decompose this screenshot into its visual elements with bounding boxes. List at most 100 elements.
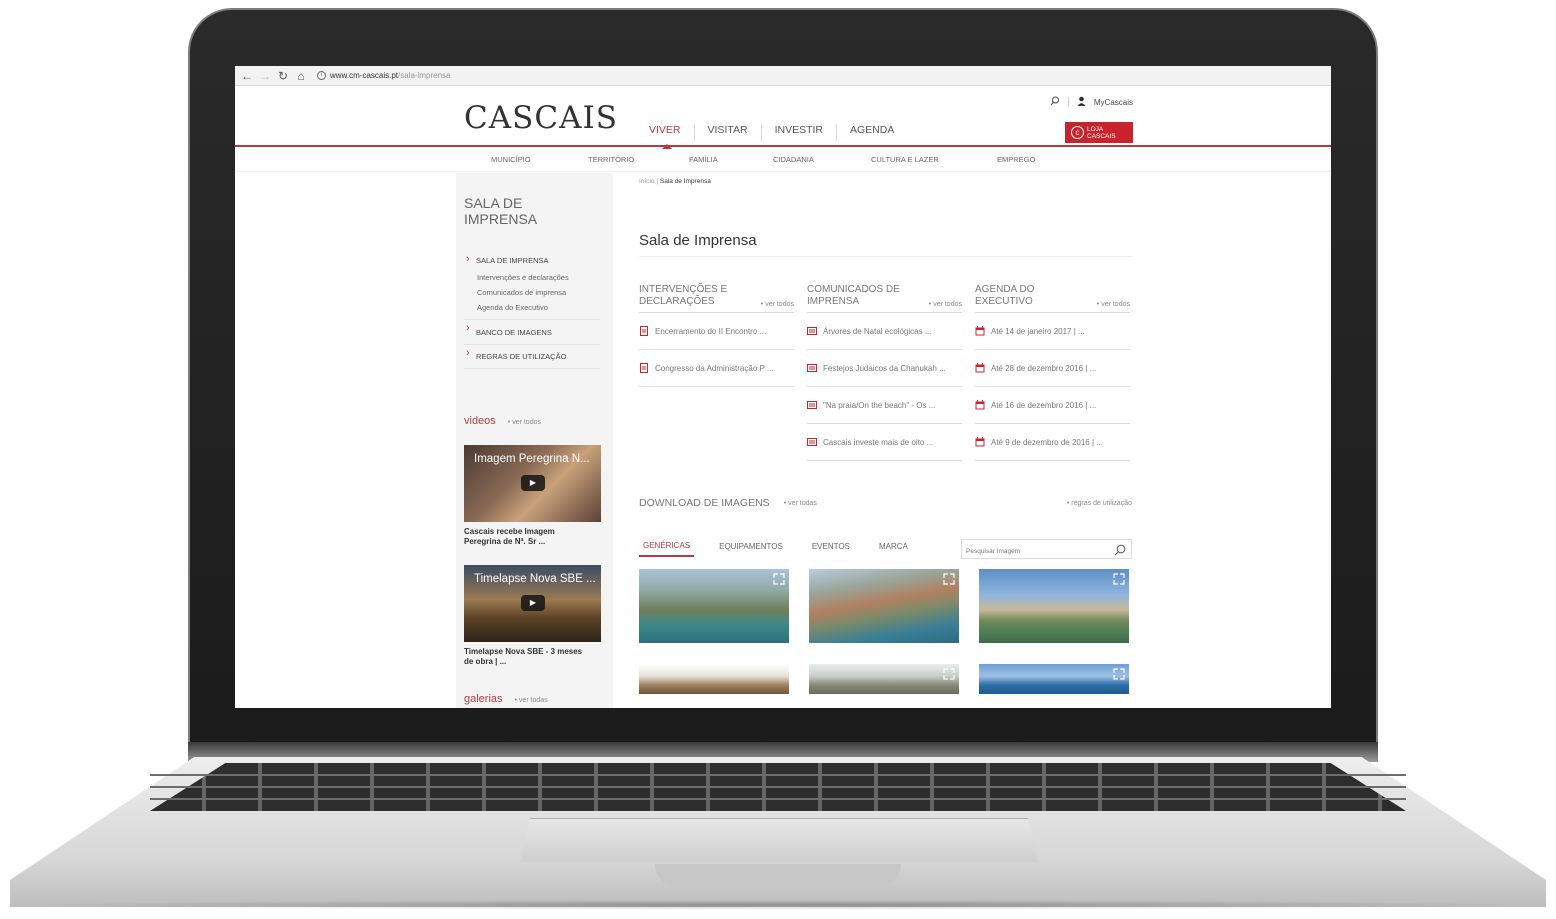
image-thumbnail[interactable] xyxy=(809,664,959,694)
loja-cascais-button[interactable]: c LOJA CASCAIS xyxy=(1065,122,1133,143)
ver-todos-link[interactable]: • ver todos xyxy=(929,301,962,308)
tab-marca[interactable]: MARCA xyxy=(875,542,912,556)
main-nav: VIVER VISITAR INVESTIR AGENDA xyxy=(641,124,907,149)
reload-icon[interactable]: ↻ xyxy=(277,69,289,83)
tab-equipamentos[interactable]: EQUIPAMENTOS xyxy=(715,542,787,556)
loja-label: LOJA CASCAIS xyxy=(1087,126,1116,140)
column-header: INTERVENÇÕES E DECLARAÇÕES • ver todos xyxy=(639,284,794,313)
list-item[interactable]: Árvores de Natal ecológicas ... xyxy=(807,313,962,350)
expand-icon[interactable] xyxy=(773,573,785,585)
image-search-input[interactable] xyxy=(962,542,1102,561)
play-icon[interactable]: ▶ xyxy=(521,595,545,611)
forward-arrow-icon[interactable]: → xyxy=(259,69,271,83)
list-item[interactable]: Festejos Judaicos da Chanukah ... xyxy=(807,350,962,387)
search-icon[interactable] xyxy=(1114,543,1126,561)
newspaper-icon xyxy=(807,401,817,409)
column-title: AGENDA DO EXECUTIVO xyxy=(975,284,1034,308)
galerias-label: galerias xyxy=(464,693,503,705)
list-item[interactable]: Até 9 de dezembro de 2016 | ... xyxy=(975,424,1130,461)
column-title: COMUNICADOS DE IMPRENSA xyxy=(807,284,900,308)
sidebar-item-intervencoes[interactable]: Intervenções e declarações xyxy=(464,270,600,285)
laptop-notch xyxy=(655,864,901,888)
list-item-text: Congresso da Administração P ... xyxy=(655,363,774,373)
video-caption[interactable]: Timelapse Nova SBE - 3 meses de obra | ..… xyxy=(464,647,601,667)
address-bar[interactable]: i www.cm-cascais.pt/sala-imprensa xyxy=(317,71,450,80)
list-item-text: Cascais investe mais de oito ... xyxy=(823,437,934,447)
expand-icon[interactable] xyxy=(943,668,955,680)
subnav-cidadania[interactable]: CIDADANIA xyxy=(773,155,871,164)
site-header: CASCAIS VIVER VISITAR INVESTIR AGENDA My… xyxy=(235,86,1331,149)
list-item[interactable]: Cascais investe mais de oito ... xyxy=(807,424,962,461)
column-header: COMUNICADOS DE IMPRENSA • ver todos xyxy=(807,284,962,313)
videos-label: videos xyxy=(464,415,496,427)
image-tabs: GENÉRICAS EQUIPAMENTOS EVENTOS MARCA xyxy=(639,539,1132,561)
keyboard-row-line xyxy=(150,786,1406,788)
list-item[interactable]: Até 16 de dezembro 2016 | ... xyxy=(975,387,1130,424)
galerias-section-header: galerias • ver todas xyxy=(464,693,548,705)
expand-icon[interactable] xyxy=(1113,668,1125,680)
video-caption[interactable]: Cascais recebe Imagem Peregrina de Nª. Sr… xyxy=(464,527,601,547)
video-thumbnail[interactable]: Imagem Peregrina N... ▶ xyxy=(464,445,601,522)
list-item-text: Encerramento do II Encontro ... xyxy=(655,326,767,336)
subnav-territorio[interactable]: TERRITÓRIO xyxy=(588,155,689,164)
column-title-line2: DECLARAÇÕES xyxy=(639,296,715,307)
sidebar-item-sala-imprensa[interactable]: SALA DE IMPRENSA xyxy=(464,251,600,270)
cascais-logo[interactable]: CASCAIS xyxy=(464,100,618,136)
image-thumbnail[interactable] xyxy=(979,664,1129,694)
calendar-icon xyxy=(975,326,985,336)
image-thumbnail[interactable] xyxy=(979,569,1129,643)
subnav-municipio[interactable]: MUNICÍPIO xyxy=(491,155,588,164)
expand-icon[interactable] xyxy=(943,573,955,585)
video-thumbnail[interactable]: Timelapse Nova SBE ... ▶ xyxy=(464,565,601,642)
press-columns: INTERVENÇÕES E DECLARAÇÕES • ver todos En… xyxy=(639,284,1132,461)
newspaper-icon xyxy=(807,438,817,446)
expand-icon[interactable] xyxy=(1113,573,1125,585)
image-thumbnail[interactable] xyxy=(639,569,789,643)
subnav-emprego[interactable]: EMPREGO xyxy=(997,155,1035,164)
sidebar-title-line1: SALA DE xyxy=(464,195,523,211)
main-content: Início | Sala de Imprensa Sala de Impren… xyxy=(639,173,1132,694)
nav-visitar[interactable]: VISITAR xyxy=(693,124,761,142)
back-arrow-icon[interactable]: ← xyxy=(241,69,253,83)
video-card[interactable]: Timelapse Nova SBE ... ▶ Timelapse Nova … xyxy=(464,565,601,667)
sidebar-item-agenda[interactable]: Agenda do Executivo xyxy=(464,300,600,315)
image-thumbnail[interactable] xyxy=(639,664,789,694)
column-title-line1: INTERVENÇÕES E xyxy=(639,284,728,295)
mycascais-link[interactable]: MyCascais xyxy=(1094,98,1133,107)
column-title-line1: AGENDA DO xyxy=(975,284,1035,295)
ver-todos-link[interactable]: • ver todos xyxy=(761,301,794,308)
videos-more-link[interactable]: • ver todos xyxy=(508,419,541,426)
browser-toolbar: ← → ↻ ⌂ i www.cm-cascais.pt/sala-imprens… xyxy=(235,66,1331,86)
play-icon[interactable]: ▶ xyxy=(521,475,545,491)
sidebar-item-regras[interactable]: REGRAS DE UTILIZAÇÃO xyxy=(464,345,600,369)
subnav-cultura-lazer[interactable]: CULTURA E LAZER xyxy=(871,155,997,164)
image-thumbnail[interactable] xyxy=(809,569,959,643)
video-card[interactable]: Imagem Peregrina N... ▶ Cascais recebe I… xyxy=(464,445,601,547)
ver-todos-link[interactable]: • ver todos xyxy=(1097,301,1130,308)
newspaper-icon xyxy=(807,327,817,335)
tab-genericas[interactable]: GENÉRICAS xyxy=(639,541,695,557)
nav-investir[interactable]: INVESTIR xyxy=(760,124,836,142)
nav-agenda[interactable]: AGENDA xyxy=(836,124,907,142)
tab-eventos[interactable]: EVENTOS xyxy=(808,542,854,556)
home-icon[interactable]: ⌂ xyxy=(295,69,307,83)
regras-utilizacao-link[interactable]: • regras de utilização xyxy=(1067,500,1132,507)
url-text: www.cm-cascais.pt/sala-imprensa xyxy=(330,71,450,80)
list-item[interactable]: "Na praia/On the beach" - Os ... xyxy=(807,387,962,424)
list-item[interactable]: Até 28 de dezembro 2016 | ... xyxy=(975,350,1130,387)
list-item[interactable]: Encerramento do II Encontro ... xyxy=(639,313,794,350)
sidebar: SALA DE IMPRENSA SALA DE IMPRENSA Interv… xyxy=(456,173,613,708)
nav-viver[interactable]: VIVER xyxy=(641,124,694,149)
image-search-box xyxy=(961,539,1132,561)
galerias-more-link[interactable]: • ver todas xyxy=(515,697,548,704)
sidebar-item-banco-imagens[interactable]: BANCO DE IMAGENS xyxy=(464,320,600,345)
sidebar-title-line2: IMPRENSA xyxy=(464,211,538,227)
breadcrumb-home[interactable]: Início xyxy=(639,178,655,185)
ver-todas-link[interactable]: • ver todas xyxy=(784,500,817,507)
subnav-familia[interactable]: FAMÍLIA xyxy=(689,155,773,164)
search-icon[interactable] xyxy=(1050,96,1060,108)
list-item[interactable]: Congresso da Administração P ... xyxy=(639,350,794,387)
sidebar-item-comunicados[interactable]: Comunicados de imprensa xyxy=(464,285,600,300)
video-caption-line1: Timelapse Nova SBE - 3 meses xyxy=(464,647,583,656)
list-item[interactable]: Até 14 de janeiro 2017 | ... xyxy=(975,313,1130,350)
